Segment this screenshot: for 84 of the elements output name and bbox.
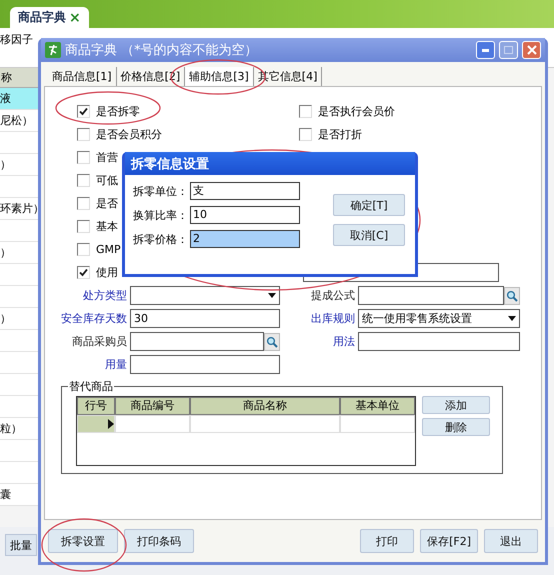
checkbox-label: 使用 bbox=[96, 265, 118, 280]
checkbox-label: 基本 bbox=[96, 219, 118, 234]
list-row[interactable]: 液 bbox=[0, 88, 38, 110]
dialog-button[interactable]: 确定[T] bbox=[333, 194, 405, 216]
checkbox[interactable] bbox=[77, 243, 90, 256]
window-title: 商品字典 （*号的内容不能为空） bbox=[65, 42, 259, 59]
column-header[interactable]: 行号 bbox=[77, 397, 115, 415]
footer-button[interactable]: 拆零设置 bbox=[48, 529, 118, 553]
checkbox[interactable] bbox=[77, 197, 90, 210]
search-icon bbox=[506, 290, 518, 302]
checkbox-label: 是否会员积分 bbox=[96, 127, 162, 142]
column-header: 称 bbox=[0, 68, 38, 88]
field-label: 拆零单位： bbox=[133, 184, 188, 198]
checkbox[interactable] bbox=[299, 128, 312, 141]
list-row[interactable]: 囊 bbox=[0, 484, 38, 506]
dialog-button[interactable]: 取消[C] bbox=[333, 224, 405, 246]
checkmark-icon bbox=[79, 268, 88, 277]
checkbox-label: 是否 bbox=[96, 196, 118, 211]
input-field[interactable]: 支 bbox=[190, 182, 300, 200]
input-field[interactable]: 30 bbox=[130, 309, 280, 328]
checkbox-label: GMP bbox=[96, 243, 121, 256]
field-label: 安全库存天数 bbox=[60, 311, 127, 327]
close-icon[interactable]: × bbox=[69, 10, 81, 26]
maximize-icon bbox=[504, 46, 513, 54]
tab[interactable]: 辅助信息[3] bbox=[185, 67, 254, 86]
checkbox-label: 可低 bbox=[96, 173, 118, 188]
action-button[interactable]: 添加 bbox=[422, 396, 490, 414]
footer-button[interactable]: 打印条码 bbox=[124, 529, 194, 553]
footer-button[interactable]: 退出 bbox=[484, 529, 538, 553]
checkbox[interactable] bbox=[77, 174, 90, 187]
checkbox-label: 是否拆零 bbox=[96, 104, 140, 119]
input-field[interactable] bbox=[130, 355, 280, 374]
checkbox-label: 首营 bbox=[96, 150, 118, 165]
checkbox-label: 是否打折 bbox=[318, 127, 362, 142]
input-field[interactable] bbox=[358, 286, 504, 305]
field-label: 拆零价格： bbox=[133, 232, 188, 246]
input-field[interactable]: 10 bbox=[190, 206, 300, 224]
list-row[interactable]: ） bbox=[0, 154, 38, 176]
field-label: 处方类型 bbox=[82, 288, 127, 304]
list-row[interactable]: 尼松） bbox=[0, 110, 38, 132]
close-icon bbox=[526, 45, 536, 55]
dropdown-field[interactable] bbox=[130, 286, 280, 305]
lookup-button[interactable] bbox=[264, 332, 280, 350]
checkbox[interactable] bbox=[77, 105, 90, 118]
minimize-button[interactable] bbox=[476, 41, 495, 59]
minimize-icon bbox=[482, 48, 489, 52]
field-label: 出库规则 bbox=[310, 311, 355, 327]
search-icon bbox=[266, 336, 278, 348]
footer-button[interactable]: 保存[F2] bbox=[420, 529, 478, 553]
field-label: 用法 bbox=[332, 334, 355, 350]
checkmark-icon bbox=[79, 107, 88, 116]
footer-button[interactable]: 打印 bbox=[360, 529, 414, 553]
field-label: 提成公式 bbox=[310, 288, 355, 304]
close-button[interactable] bbox=[522, 41, 541, 59]
batch-button[interactable]: 批量 bbox=[5, 534, 37, 556]
field-label: 商品采购员 bbox=[71, 334, 127, 350]
toolbar-text: 移因子 bbox=[0, 32, 33, 47]
list-row[interactable]: 环素片） bbox=[0, 198, 38, 220]
field-label: 用量 bbox=[104, 357, 127, 373]
checkbox[interactable] bbox=[77, 151, 90, 164]
checkbox[interactable] bbox=[299, 105, 312, 118]
app-icon bbox=[45, 42, 61, 58]
list-row[interactable]: 粒） bbox=[0, 418, 38, 440]
column-header[interactable]: 商品名称 bbox=[190, 397, 340, 415]
checkbox-label: 是否执行会员价 bbox=[318, 104, 395, 119]
caret-icon bbox=[268, 293, 276, 298]
column-header[interactable]: 商品编号 bbox=[115, 397, 190, 415]
checkbox[interactable] bbox=[77, 220, 90, 233]
list-row[interactable]: ） bbox=[0, 308, 38, 330]
lookup-button[interactable] bbox=[504, 286, 520, 304]
dialog-title: 拆零信息设置 bbox=[131, 156, 209, 172]
input-field[interactable]: 2 bbox=[190, 230, 300, 248]
group-title: 替代商品 bbox=[68, 379, 114, 394]
checkbox[interactable] bbox=[77, 266, 90, 279]
input-field[interactable] bbox=[358, 332, 520, 351]
checkbox[interactable] bbox=[77, 128, 90, 141]
dropdown-field[interactable]: 统一使用零售系统设置 bbox=[358, 309, 520, 328]
app-tab[interactable]: 商品字典 × bbox=[10, 7, 89, 28]
column-header[interactable]: 基本单位 bbox=[340, 397, 415, 415]
list-row[interactable]: ） bbox=[0, 242, 38, 264]
input-field[interactable] bbox=[130, 332, 264, 351]
field-label: 换算比率： bbox=[133, 208, 188, 222]
caret-icon bbox=[508, 316, 516, 321]
action-button[interactable]: 删除 bbox=[422, 418, 490, 436]
